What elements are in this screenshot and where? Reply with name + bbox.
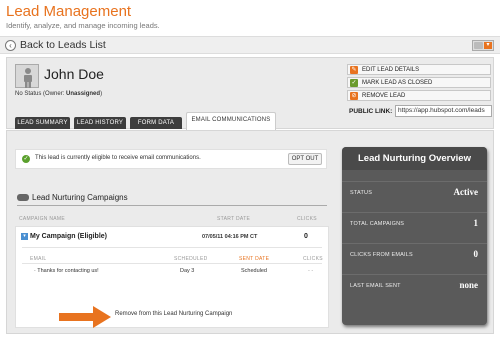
email-clicks: - - xyxy=(308,268,314,274)
col-campaign-name: CAMPAIGN NAME xyxy=(19,216,66,222)
eligibility-message: This lead is currently eligible to recei… xyxy=(35,155,201,161)
lead-name: John Doe xyxy=(44,66,104,82)
gear-icon xyxy=(474,42,483,49)
divider xyxy=(17,205,327,206)
overview-row-clicks: CLICKS FROM EMAILS 0 xyxy=(342,243,487,268)
check-icon: ✓ xyxy=(350,79,358,87)
public-link-label: PUBLIC LINK: xyxy=(349,108,393,115)
campaigns-heading-text: Lead Nurturing Campaigns xyxy=(32,193,128,202)
status-label: No Status xyxy=(15,91,42,97)
page-title: Lead Management xyxy=(6,3,132,20)
divider xyxy=(22,247,322,248)
email-name-text: Thanks for contacting us! xyxy=(37,268,99,274)
chevron-down-icon: ▾ xyxy=(484,42,492,49)
tab-email-communications[interactable]: EMAIL COMMUNICATIONS xyxy=(186,112,276,130)
col-email: EMAIL xyxy=(30,256,47,262)
remove-lead-label: REMOVE LEAD xyxy=(362,93,406,99)
col-email-clicks: CLICKS xyxy=(303,256,323,262)
col-start-date: START DATE xyxy=(217,216,251,222)
email-scheduled: Day 3 xyxy=(180,268,195,274)
back-to-leads-link[interactable]: Back to Leads List xyxy=(20,39,106,51)
pencil-icon: ✎ xyxy=(350,66,358,74)
email-communications-panel: ✓ This lead is currently eligible to rec… xyxy=(6,130,494,334)
campaign-clicks: 0 xyxy=(304,233,308,240)
email-sent: Scheduled xyxy=(241,268,267,274)
campaigns-heading: Lead Nurturing Campaigns xyxy=(17,193,128,202)
overview-title: Lead Nurturing Overview xyxy=(342,147,487,170)
overview-label: TOTAL CAMPAIGNS xyxy=(350,221,405,227)
col-scheduled: SCHEDULED xyxy=(174,256,208,262)
back-bar: ‹ Back to Leads List ▾ xyxy=(0,36,500,54)
remove-lead-button[interactable]: ⊘ REMOVE LEAD xyxy=(347,90,491,101)
lead-status: No Status (Owner: Unassigned) xyxy=(15,91,102,97)
close-lead-button[interactable]: ✓ MARK LEAD AS CLOSED xyxy=(347,77,491,88)
tools-menu-button[interactable]: ▾ xyxy=(472,40,494,51)
owner-prefix: (Owner: xyxy=(43,91,67,97)
avatar xyxy=(15,64,39,88)
nurturing-overview-panel: Lead Nurturing Overview STATUS Active TO… xyxy=(342,147,487,325)
remove-icon: ⊘ xyxy=(350,92,358,100)
overview-label: STATUS xyxy=(350,190,373,196)
tab-lead-summary[interactable]: LEAD SUMMARY xyxy=(15,117,70,129)
public-link-field[interactable]: https://app.hubspot.com/leads xyxy=(395,105,492,117)
edit-lead-button[interactable]: ✎ EDIT LEAD DETAILS xyxy=(347,64,491,75)
overview-value: Active xyxy=(453,187,479,197)
expand-icon[interactable]: ▾ xyxy=(21,233,28,240)
col-sent-date: SENT DATE xyxy=(239,256,270,262)
check-circle-icon: ✓ xyxy=(22,155,30,163)
campaign-icon xyxy=(17,194,29,202)
divider xyxy=(22,263,322,264)
overview-value: 0 xyxy=(473,249,479,259)
page-subtitle: Identify, analyze, and manage incoming l… xyxy=(6,21,160,30)
overview-label: LAST EMAIL SENT xyxy=(350,283,401,289)
tab-form-data[interactable]: FORM DATA xyxy=(130,117,182,129)
overview-row-total-campaigns: TOTAL CAMPAIGNS 1 xyxy=(342,212,487,237)
owner-value: Unassigned xyxy=(66,91,101,97)
arrow-right-icon xyxy=(59,306,111,328)
overview-value: none xyxy=(459,280,478,290)
back-arrow-icon[interactable]: ‹ xyxy=(5,40,16,51)
remove-from-campaign-link[interactable]: Remove from this Lead Nurturing Campaign xyxy=(115,311,232,317)
col-clicks: CLICKS xyxy=(297,216,317,222)
lead-header-panel: John Doe No Status (Owner: Unassigned) L… xyxy=(6,57,494,130)
tab-lead-history[interactable]: LEAD HISTORY xyxy=(74,117,126,129)
edit-lead-label: EDIT LEAD DETAILS xyxy=(362,67,420,73)
eligibility-notice: ✓ This lead is currently eligible to rec… xyxy=(15,149,327,169)
overview-row-last-email: LAST EMAIL SENT none xyxy=(342,274,487,299)
close-lead-label: MARK LEAD AS CLOSED xyxy=(362,80,433,86)
campaign-start-date: 07/05/11 04:16 PM CT xyxy=(202,234,258,240)
overview-label: CLICKS FROM EMAILS xyxy=(350,252,413,258)
person-icon xyxy=(24,68,32,88)
opt-out-button[interactable]: OPT OUT xyxy=(288,153,322,165)
campaign-name[interactable]: My Campaign (Eligible) xyxy=(30,233,107,240)
overview-row-status: STATUS Active xyxy=(342,181,487,206)
owner-suffix: ) xyxy=(100,91,103,97)
email-name: · Thanks for contacting us! xyxy=(34,268,99,274)
overview-value: 1 xyxy=(473,218,479,228)
